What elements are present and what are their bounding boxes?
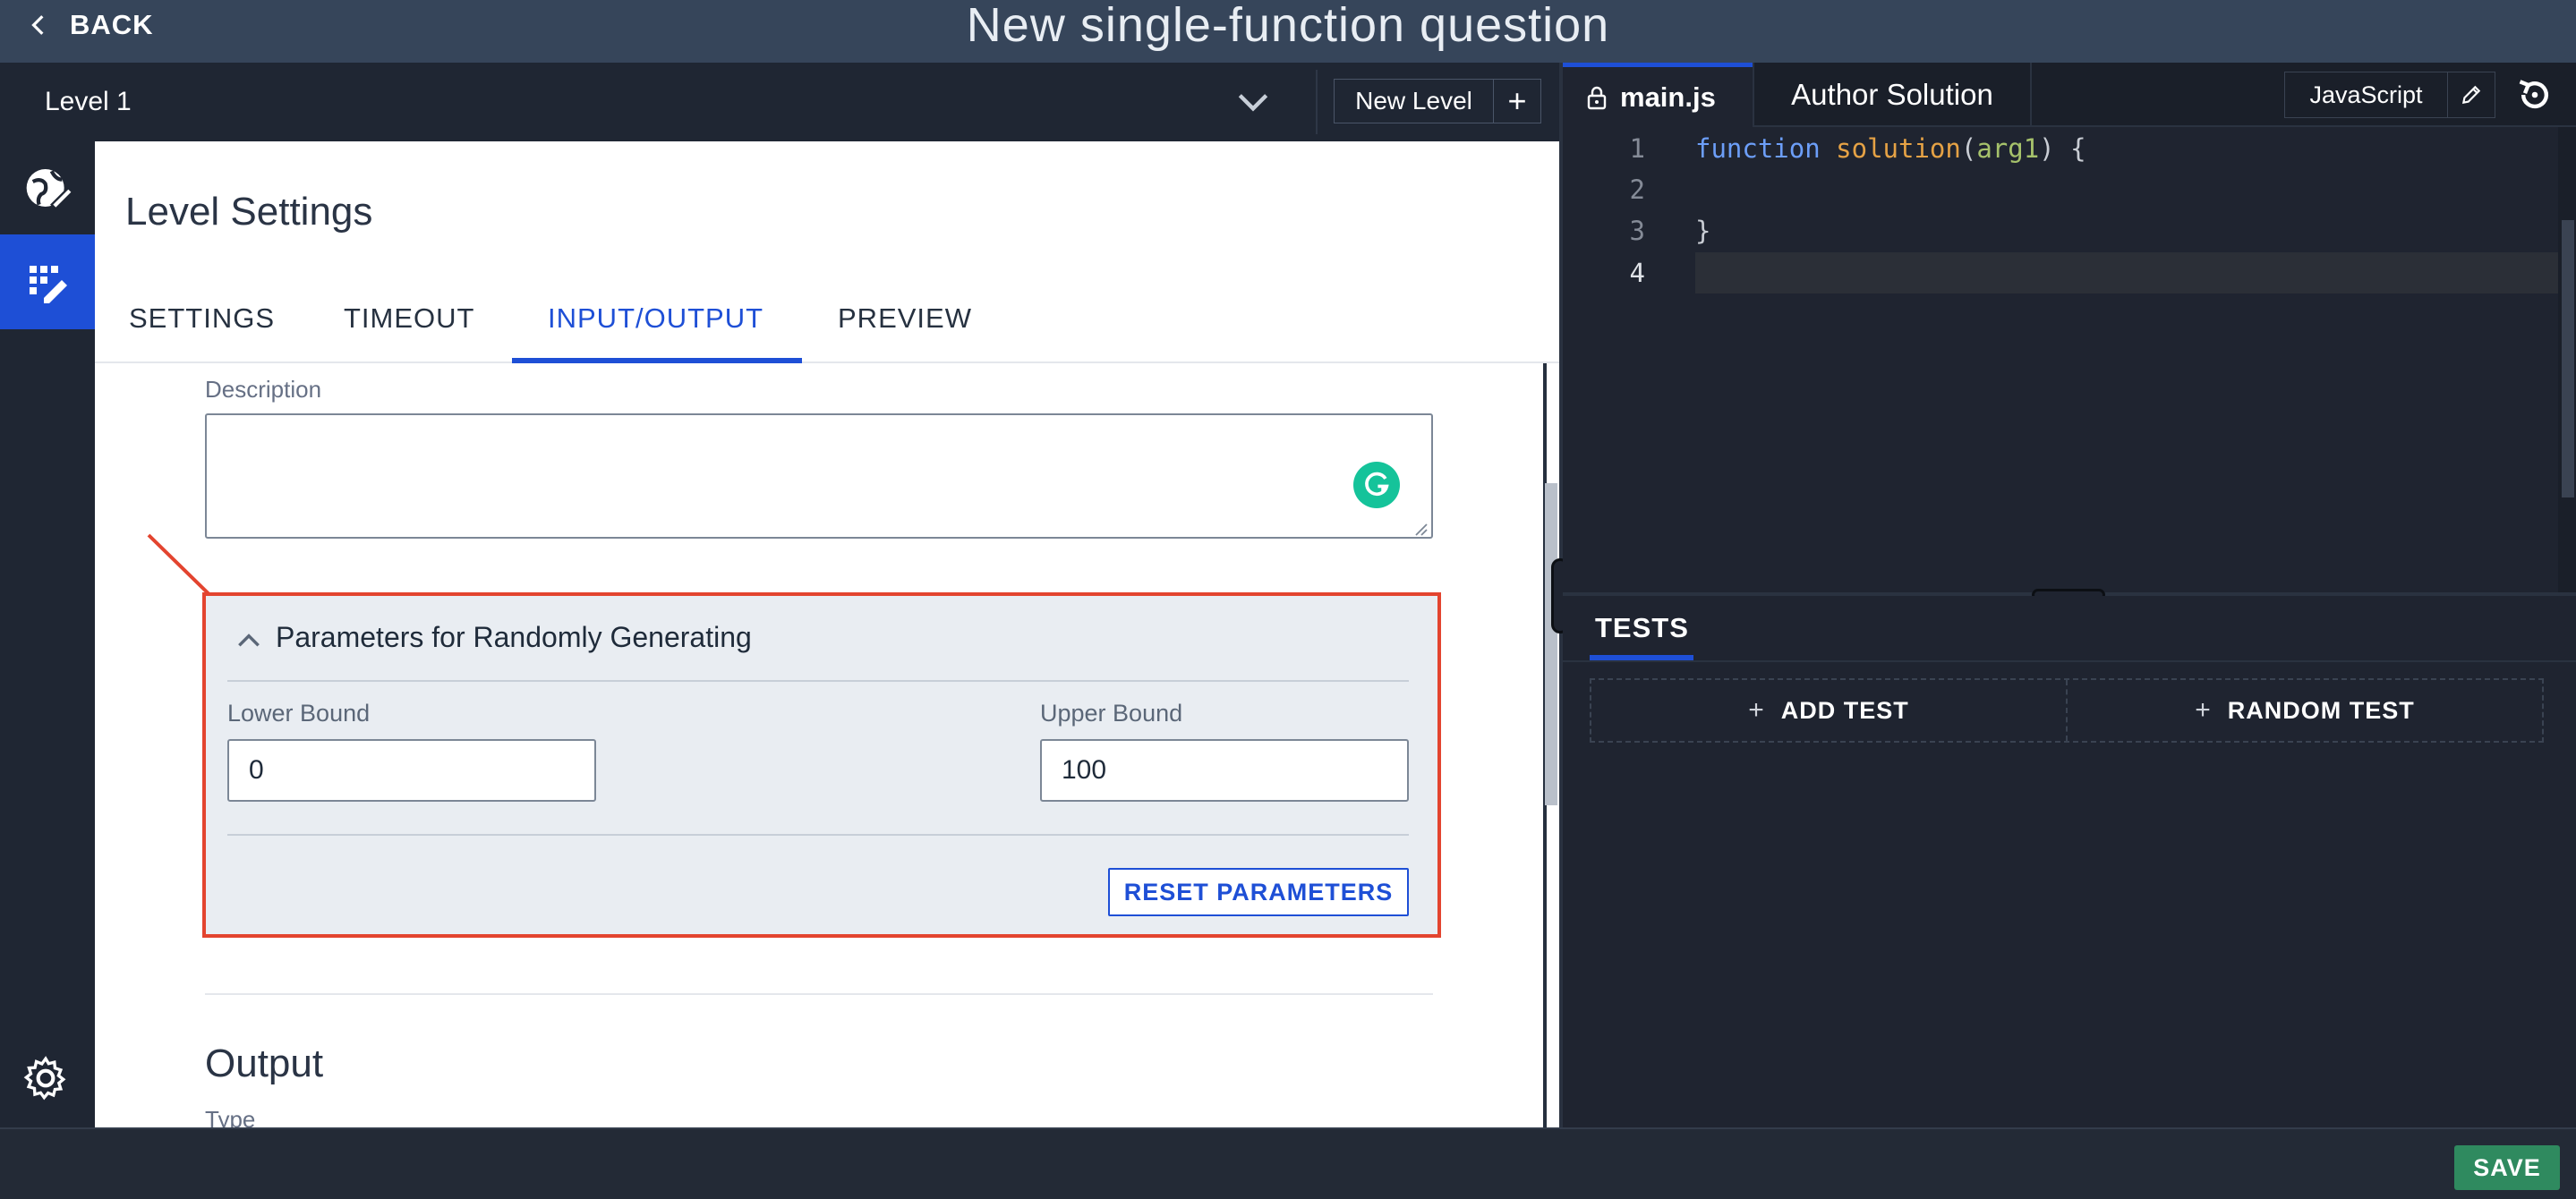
tabs-divider [95,361,1559,363]
params-title[interactable]: Parameters for Randomly Generating [276,621,752,654]
code-paren: ( [1960,133,1977,164]
divider [1316,70,1318,134]
tab-author-solution[interactable]: Author Solution [1753,63,2032,127]
code-brace: ) { [2039,133,2086,164]
plus-icon: + [1748,695,1765,725]
chevron-left-icon [31,15,44,35]
tests-panel [1563,596,2576,1127]
tests-actions: + ADD TEST + RANDOM TEST [1590,678,2544,743]
tab-tests[interactable]: TESTS [1595,612,1689,644]
active-tab-indicator [1590,655,1693,660]
grid-edit-icon [30,266,67,303]
grammarly-icon[interactable] [1353,462,1400,508]
code-function-name: solution [1836,133,1961,164]
tab-input-output[interactable]: INPUT/OUTPUT [548,302,763,356]
chevron-up-icon[interactable] [235,626,263,655]
new-level-button[interactable]: New Level + [1334,79,1541,123]
level-settings-title: Level Settings [125,190,373,234]
line-number: 4 [1629,258,1645,288]
current-line-highlight [1695,252,2576,293]
output-title: Output [205,1042,324,1085]
globe-edit-icon [26,169,73,210]
line-number: 3 [1629,216,1645,246]
divider [227,680,1409,682]
g-logo-icon [1365,472,1389,497]
line-number: 2 [1629,174,1645,205]
language-selector[interactable]: JavaScript [2284,72,2495,118]
tab-timeout[interactable]: TIMEOUT [344,302,475,356]
description-field[interactable] [205,413,1433,539]
upper-bound-input[interactable] [1040,739,1409,802]
random-test-button[interactable]: + RANDOM TEST [2066,680,2542,741]
tab-main-label: main.js [1620,81,1716,113]
add-test-label: ADD TEST [1780,696,1909,724]
divider [205,993,1433,995]
plus-icon[interactable]: + [1494,80,1540,123]
code-line[interactable]: } [1695,210,1710,251]
tab-settings[interactable]: SETTINGS [129,302,275,356]
random-test-label: RANDOM TEST [2227,696,2415,724]
tab-preview[interactable]: PREVIEW [838,302,972,356]
plus-icon: + [2195,695,2212,725]
page-title: New single-function question [966,0,1610,52]
divider [1563,660,2576,662]
code-editor[interactable] [1563,127,2558,592]
add-test-button[interactable]: + ADD TEST [1591,680,2066,741]
tab-main-js[interactable]: main.js [1563,63,1753,127]
reset-parameters-button[interactable]: RESET PARAMETERS [1108,868,1409,916]
rail-item-grid-edit[interactable] [0,234,95,329]
level-selector[interactable]: Level 1 [45,63,132,141]
code-argument: arg1 [1976,133,2040,164]
code-scrollbar-thumb[interactable] [2562,220,2574,497]
bottom-bar [0,1127,2576,1199]
code-keyword: function [1695,133,1821,164]
line-number: 1 [1629,133,1645,164]
active-tab-indicator [512,358,802,363]
pencil-icon[interactable] [2448,72,2495,117]
lock-icon [1587,86,1607,109]
language-label: JavaScript [2285,72,2448,117]
back-button[interactable]: BACK [27,0,154,50]
upper-bound-label: Upper Bound [1040,700,1183,727]
reset-code-icon[interactable] [2515,75,2555,115]
back-label: BACK [70,9,154,40]
description-label: Description [205,376,322,403]
level-bar [0,63,1559,141]
lower-bound-label: Lower Bound [227,700,371,727]
lower-bound-input[interactable] [227,739,596,802]
save-button[interactable]: SAVE [2454,1145,2560,1190]
new-level-label: New Level [1335,80,1494,123]
divider [227,834,1409,836]
scrollbar-thumb[interactable] [1545,483,1557,805]
gear-icon[interactable] [23,1056,68,1101]
rail-item-globe[interactable] [0,141,95,234]
code-line[interactable]: function solution(arg1) { [1695,128,2086,169]
chevron-down-icon[interactable] [1233,82,1273,122]
resize-grip-icon[interactable] [1411,519,1429,537]
